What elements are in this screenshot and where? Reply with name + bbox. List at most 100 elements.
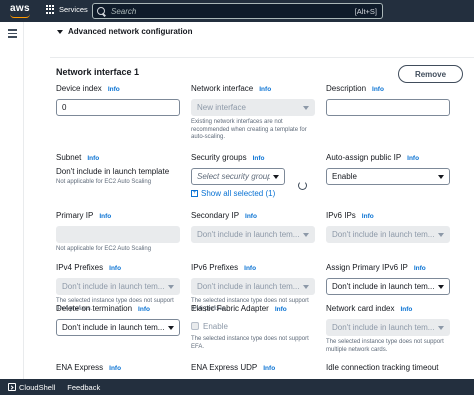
secondary-ip-label: Secondary IP [191,211,240,220]
assign-primary-ipv6-field: Assign Primary IPv6 IP Info Don't include… [326,263,452,295]
subnet-hint: Not applicable for EC2 Auto Scaling [56,179,152,185]
network-interface-field: Network interface Info New interface Exis… [191,84,317,142]
advanced-network-title: Advanced network configuration [68,27,193,36]
network-card-index-select[interactable]: Don't include in launch tem... [326,319,450,336]
efa-enable-checkbox[interactable]: Enable [191,319,317,333]
ipv6-ips-value: Don't include in launch tem... [332,230,435,239]
network-interface-info-link[interactable]: Info [259,86,271,93]
assign-primary-ipv6-info-link[interactable]: Info [414,265,426,272]
efa-enable-label: Enable [203,321,228,331]
efa-hint: The selected instance type does not supp… [191,336,309,350]
ipv6-ips-info-link[interactable]: Info [362,213,374,220]
delete-on-termination-info-link[interactable]: Info [138,306,150,313]
efa-info-link[interactable]: Info [275,306,287,313]
idle-timeout-label: Idle connection tracking timeout [326,363,439,372]
device-index-label: Device index [56,84,102,93]
chevron-down-icon [303,284,309,289]
assign-primary-ipv6-select[interactable]: Don't include in launch tem... [326,278,450,295]
aws-logo[interactable]: aws [10,3,30,14]
ipv6-prefixes-select[interactable]: Don't include in launch tem... [191,278,315,295]
ipv6-ips-field: IPv6 IPs Info Don't include in launch tem… [326,211,452,243]
checkbox-icon [191,322,199,330]
ipv4-prefixes-select[interactable]: Don't include in launch tem... [56,278,180,295]
ipv6-prefixes-info-link[interactable]: Info [244,265,256,272]
ipv6-prefixes-label: IPv6 Prefixes [191,263,239,272]
cloudshell-label: CloudShell [19,382,56,392]
chevron-down-icon [303,105,309,110]
delete-on-termination-value: Don't include in launch tem... [62,323,165,332]
subnet-field: Subnet Info Don't include in launch templ… [56,153,182,187]
advanced-network-toggle[interactable]: Advanced network configuration [57,27,192,36]
cloudshell-button[interactable]: CloudShell [8,383,55,392]
secondary-ip-select[interactable]: Don't include in launch tem... [191,226,315,243]
network-card-index-info-link[interactable]: Info [400,306,412,313]
security-groups-select[interactable]: Select security groups [191,168,285,185]
device-index-input[interactable]: 0 [56,99,180,116]
primary-ip-input[interactable] [56,226,180,243]
advanced-network-panel: Advanced network configuration Network i… [40,22,474,379]
primary-ip-info-link[interactable]: Info [99,213,111,220]
chevron-down-icon [438,232,444,237]
show-all-selected-link[interactable]: + Show all selected (1) [191,189,317,198]
top-navigation-bar: aws Services Search [Alt+S] [0,0,474,22]
assign-primary-ipv6-label: Assign Primary IPv6 IP [326,263,408,272]
network-interface-hint: Existing network interfaces are not reco… [191,119,307,140]
idle-timeout-field: Idle connection tracking timeout [326,363,452,378]
security-groups-field: Security groups Info Select security grou… [191,153,317,198]
terminal-icon [8,383,16,391]
subnet-value: Don't include in launch template [56,167,170,176]
side-navigation [0,22,24,379]
device-index-info-link[interactable]: Info [108,86,120,93]
security-groups-info-link[interactable]: Info [253,155,265,162]
security-groups-placeholder: Select security groups [197,172,270,181]
subnet-info-link[interactable]: Info [87,155,99,162]
assign-primary-ipv6-value: Don't include in launch tem... [332,282,435,291]
description-input[interactable] [326,99,450,116]
auto-assign-ip-value: Enable [332,172,357,181]
ena-express-info-link[interactable]: Info [109,365,121,372]
ena-express-field: ENA Express Info [56,363,182,378]
search-input[interactable]: Search [Alt+S] [92,3,383,19]
feedback-link[interactable]: Feedback [67,383,100,392]
ena-express-udp-info-link[interactable]: Info [263,365,275,372]
primary-ip-field: Primary IP Info Not applicable for EC2 Au… [56,211,182,254]
network-card-index-field: Network card index Info Don't include in … [326,304,452,354]
aws-logo-smile [10,14,30,18]
auto-assign-ip-field: Auto-assign public IP Info Enable [326,153,452,185]
network-interface-title: Network interface 1 [56,67,140,77]
ipv6-ips-label: IPv6 IPs [326,211,356,220]
ipv6-ips-select[interactable]: Don't include in launch tem... [326,226,450,243]
auto-assign-ip-label: Auto-assign public IP [326,153,402,162]
secondary-ip-field: Secondary IP Info Don't include in launch… [191,211,317,243]
services-label: Services [59,5,88,14]
subnet-label: Subnet [56,153,82,162]
hamburger-menu-icon[interactable] [8,29,17,40]
delete-on-termination-select[interactable]: Don't include in launch tem... [56,319,180,336]
efa-field: Elastic Fabric Adapter Info Enable The se… [191,304,317,351]
secondary-ip-info-link[interactable]: Info [245,213,257,220]
divider [50,57,474,58]
ena-express-udp-label: ENA Express UDP [191,363,258,372]
chevron-down-icon [438,325,444,330]
device-index-field: Device index Info 0 [56,84,182,116]
refresh-icon[interactable] [298,181,307,190]
caret-down-icon [57,29,63,34]
services-menu-button[interactable]: Services [46,5,88,14]
remove-button[interactable]: Remove [398,65,463,83]
grid-icon [46,5,55,14]
ipv4-prefixes-info-link[interactable]: Info [109,265,121,272]
description-field: Description Info [326,84,452,116]
ena-express-label: ENA Express [56,363,104,372]
ipv4-prefixes-label: IPv4 Prefixes [56,263,104,272]
delete-on-termination-field: Delete on termination Info Don't include … [56,304,182,336]
chevron-down-icon [303,232,309,237]
search-placeholder: Search [111,6,137,16]
network-card-index-hint: The selected instance type does not supp… [326,339,444,353]
description-info-link[interactable]: Info [372,86,384,93]
chevron-down-icon [168,325,174,330]
network-interface-select[interactable]: New interface [191,99,315,116]
auto-assign-ip-info-link[interactable]: Info [407,155,419,162]
auto-assign-ip-select[interactable]: Enable [326,168,450,185]
show-all-selected-label: Show all selected (1) [201,189,276,198]
ena-express-udp-field: ENA Express UDP Info [191,363,317,378]
